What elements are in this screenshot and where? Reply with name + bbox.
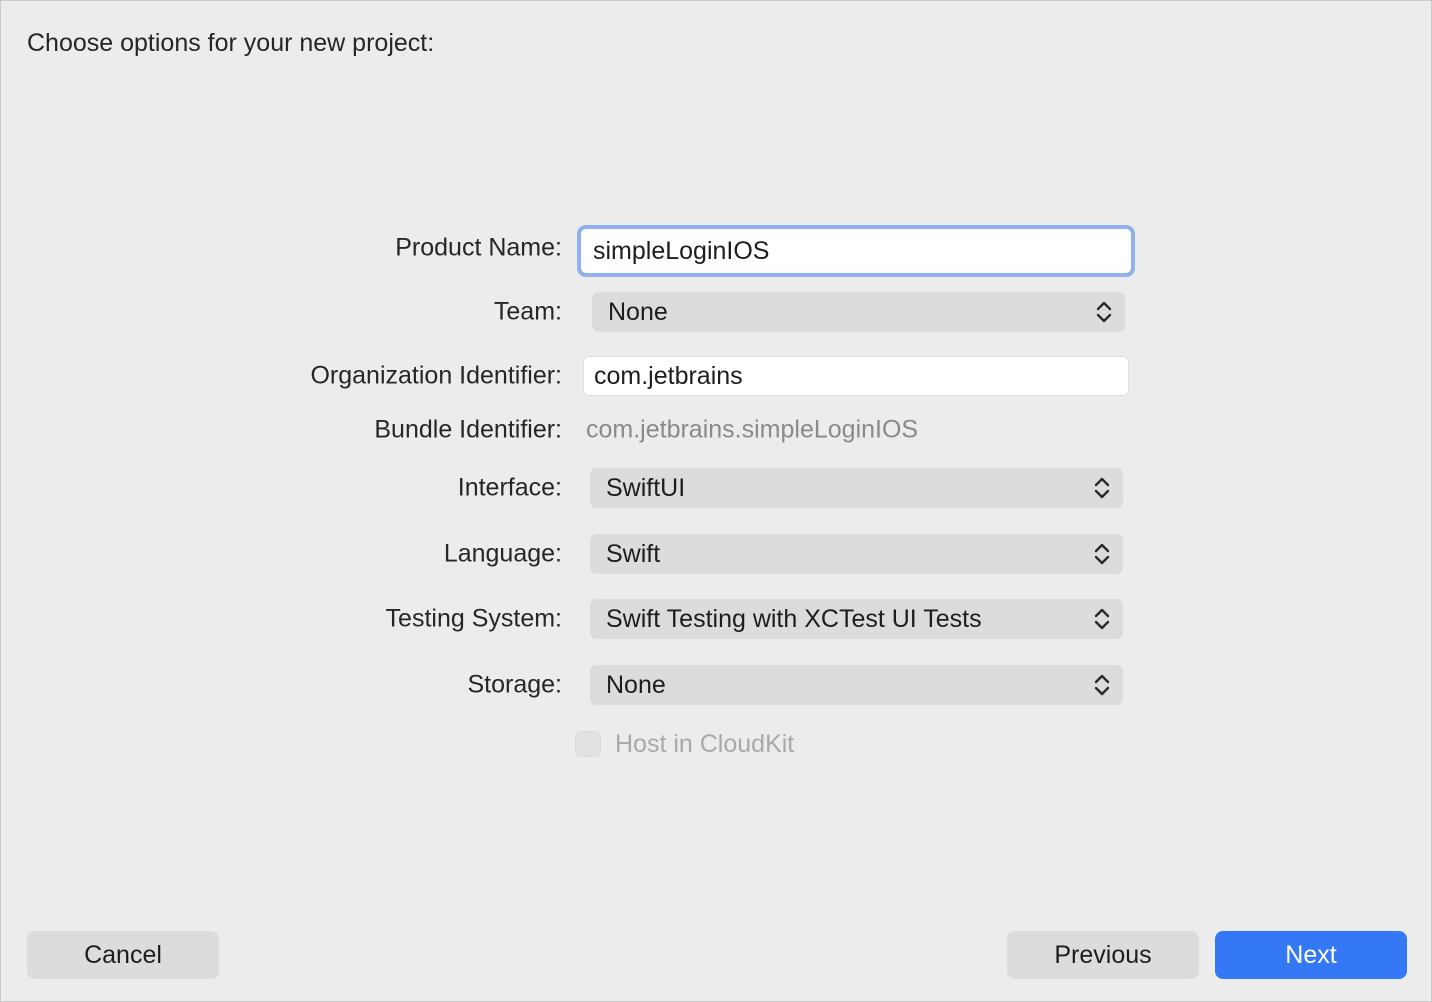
- language-popup[interactable]: Swift: [590, 534, 1123, 574]
- organization-identifier-field[interactable]: com.jetbrains: [583, 356, 1129, 396]
- testing-system-popup-value: Swift Testing with XCTest UI Tests: [606, 605, 982, 633]
- team-popup[interactable]: None: [592, 292, 1125, 332]
- testing-system-label: Testing System:: [385, 604, 562, 633]
- chevron-up-down-icon: [1094, 608, 1110, 630]
- chevron-up-down-icon: [1094, 543, 1110, 565]
- testing-system-row: Testing System: Swift Testing with XCTes…: [1, 599, 1432, 639]
- interface-label: Interface:: [457, 473, 562, 502]
- storage-popup-value: None: [606, 671, 666, 699]
- chevron-up-down-icon: [1094, 674, 1110, 696]
- chevron-up-down-icon: [1094, 477, 1110, 499]
- bundle-identifier-value: com.jetbrains.simpleLoginIOS: [586, 415, 919, 444]
- next-button[interactable]: Next: [1215, 931, 1407, 979]
- organization-identifier-label: Organization Identifier:: [310, 361, 562, 390]
- storage-label: Storage:: [467, 670, 562, 699]
- storage-row: Storage: None: [1, 665, 1432, 705]
- team-popup-value: None: [608, 298, 668, 326]
- storage-popup[interactable]: None: [590, 665, 1123, 705]
- previous-button[interactable]: Previous: [1007, 931, 1199, 979]
- team-row: Team: None: [1, 292, 1432, 332]
- host-in-cloudkit-label: Host in CloudKit: [615, 730, 795, 758]
- bundle-identifier-row: Bundle Identifier: com.jetbrains.simpleL…: [1, 410, 1432, 450]
- product-name-label: Product Name:: [395, 233, 562, 262]
- language-label: Language:: [443, 539, 562, 568]
- language-popup-value: Swift: [606, 540, 661, 568]
- cancel-button[interactable]: Cancel: [27, 931, 219, 979]
- host-in-cloudkit-checkbox[interactable]: [575, 731, 601, 757]
- interface-popup[interactable]: SwiftUI: [590, 468, 1123, 508]
- team-label: Team:: [493, 297, 562, 326]
- product-name-row: Product Name: simpleLoginIOS: [1, 225, 1432, 277]
- product-name-field[interactable]: simpleLoginIOS: [577, 225, 1135, 277]
- chevron-up-down-icon: [1096, 301, 1112, 323]
- interface-row: Interface: SwiftUI: [1, 468, 1432, 508]
- language-row: Language: Swift: [1, 534, 1432, 574]
- interface-popup-value: SwiftUI: [606, 474, 686, 502]
- testing-system-popup[interactable]: Swift Testing with XCTest UI Tests: [590, 599, 1123, 639]
- dialog-heading: Choose options for your new project:: [27, 29, 435, 57]
- organization-identifier-row: Organization Identifier: com.jetbrains: [1, 356, 1432, 396]
- new-project-options-window: Choose options for your new project: Pro…: [0, 0, 1432, 1002]
- bundle-identifier-label: Bundle Identifier:: [374, 415, 562, 444]
